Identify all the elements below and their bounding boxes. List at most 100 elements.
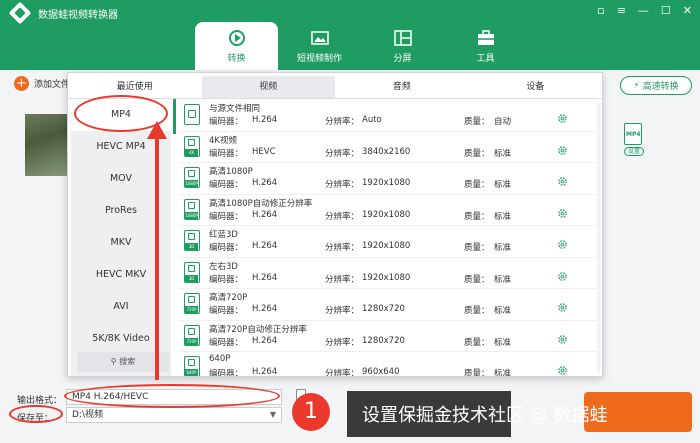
- close-button[interactable]: ✕: [683, 4, 692, 17]
- resolution-label: 分辨率：: [325, 117, 360, 127]
- resolution-value: 1920x1080: [362, 209, 411, 220]
- video-file-icon: 1080P: [184, 167, 200, 188]
- gear-icon[interactable]: [557, 239, 568, 250]
- quality-value: 标准: [494, 337, 512, 348]
- quality-label: 质量：: [464, 180, 490, 190]
- split-screen-icon: [393, 30, 412, 46]
- quality-label: 质量：: [464, 211, 490, 222]
- maximize-button[interactable]: ☐: [661, 4, 671, 17]
- resolution-value: 3840x2160: [362, 146, 411, 157]
- preset-row[interactable]: 4K 4K视频 编码器： HEVC 分辨率： 3840x2160 质量： 标准: [179, 132, 599, 163]
- arrow-shaft: [155, 136, 159, 380]
- save-to-field[interactable]: D:\视频 ▼: [66, 407, 282, 423]
- encoder-value: H.264: [252, 209, 278, 220]
- quality-value: 标准: [494, 243, 512, 253]
- gear-icon[interactable]: [557, 365, 568, 376]
- preset-row[interactable]: 720P 高清720P 编码器： H.264 分辨率： 1280x720 质量：…: [179, 289, 599, 321]
- encoder-value: H.264: [252, 304, 278, 314]
- preset-row[interactable]: 3D 红蓝3D 编码器： H.264 分辨率： 1920x1080 质量： 标准: [179, 226, 599, 258]
- resolution-label: 分辨率：: [325, 148, 360, 159]
- minimize-button[interactable]: —: [638, 4, 649, 17]
- step-badge: 1: [292, 393, 330, 431]
- quality-label: 质量：: [464, 117, 490, 127]
- gear-icon[interactable]: [557, 334, 568, 345]
- video-file-icon: MP4: [624, 123, 642, 145]
- gear-icon[interactable]: [557, 271, 568, 282]
- format-settings-button[interactable]: 设置: [624, 147, 644, 156]
- preset-name: 左右3D: [209, 261, 238, 272]
- toolbox-icon: [477, 30, 494, 45]
- resolution-label: 分辨率：: [325, 211, 360, 222]
- selected-preset-indicator: [173, 99, 176, 134]
- quality-value: 标准: [494, 306, 512, 316]
- encoder-label: 编码器：: [209, 306, 244, 316]
- resolution-value: 1920x1080: [362, 178, 411, 188]
- encoder-value: HEVC: [252, 146, 276, 157]
- resolution-label: 分辨率：: [325, 274, 360, 285]
- encoder-value: H.264: [252, 367, 278, 376]
- menu-icon[interactable]: ≡: [617, 4, 626, 17]
- quality-value: 标准: [494, 211, 512, 222]
- preset-row[interactable]: 1080P 高清1080P自动修正分辨率 编码器： H.264 分辨率： 192…: [179, 195, 599, 226]
- tab-recent[interactable]: 最近使用: [68, 76, 202, 98]
- gear-icon[interactable]: [557, 176, 568, 187]
- tab-short-video[interactable]: 短视频制作: [278, 22, 361, 70]
- format-category-tabs: 最近使用 视频 音频 设备: [68, 76, 602, 99]
- tab-video[interactable]: 视频: [201, 76, 335, 98]
- video-file-icon: 720P: [184, 324, 200, 346]
- chevron-down-icon[interactable]: ▼: [270, 408, 276, 422]
- output-format-selector[interactable]: MP4 设置: [624, 123, 644, 156]
- tab-device[interactable]: 设备: [469, 76, 603, 98]
- preset-row[interactable]: 3D 左右3D 编码器： H.264 分辨率： 1920x1080 质量： 标准: [179, 258, 599, 289]
- encoder-value: H.264: [252, 272, 278, 283]
- quality-label: 质量：: [464, 274, 490, 285]
- resolution-value: 1920x1080: [362, 241, 411, 251]
- highlight-output-format: [64, 384, 280, 408]
- gear-icon[interactable]: [557, 113, 568, 124]
- tab-audio[interactable]: 音频: [335, 76, 469, 98]
- preset-name: 高清720P自动修正分辨率: [209, 324, 307, 335]
- encoder-value: H.264: [252, 178, 278, 188]
- resolution-label: 分辨率：: [325, 306, 360, 316]
- add-file-button[interactable]: + 添加文件: [14, 76, 70, 91]
- resolution-label: 分辨率：: [325, 243, 360, 253]
- video-file-icon: 3D: [184, 261, 200, 283]
- tab-tools[interactable]: 工具: [444, 22, 527, 70]
- encoder-label: 编码器：: [209, 148, 244, 159]
- quality-value: 标准: [494, 369, 512, 376]
- convert-icon: [228, 30, 245, 46]
- encoder-label: 编码器：: [209, 211, 244, 222]
- fast-convert-button[interactable]: ⚡ 高速转换: [620, 76, 692, 95]
- feedback-icon[interactable]: ▫: [597, 4, 604, 17]
- preset-name: 4K视频: [209, 135, 237, 146]
- tab-convert[interactable]: 转换: [195, 22, 278, 70]
- search-icon: ⚲: [110, 357, 117, 366]
- preset-scrollbar[interactable]: [597, 103, 600, 373]
- gear-icon[interactable]: [557, 145, 568, 156]
- tooltip-text: 设置保掘金技术社区 @ 数据蛙: [362, 405, 608, 426]
- preset-row[interactable]: 720P 高清720P自动修正分辨率 编码器： H.264 分辨率： 1280x…: [179, 321, 599, 352]
- preset-row[interactable]: 与源文件相同 编码器： H.264 分辨率： Auto 质量： 自动: [179, 100, 599, 132]
- preset-row[interactable]: 1080P 高清1080P 编码器： H.264 分辨率： 1920x1080 …: [179, 163, 599, 195]
- encoder-value: H.264: [252, 115, 278, 125]
- app-logo-icon: [8, 1, 32, 25]
- tab-split-screen[interactable]: 分屏: [361, 22, 444, 70]
- gear-icon[interactable]: [557, 208, 568, 219]
- quality-label: 质量：: [464, 337, 490, 348]
- quality-value: 标准: [494, 148, 512, 159]
- arrow-up-icon: [147, 121, 167, 139]
- quality-value: 自动: [494, 117, 512, 127]
- video-thumbnail[interactable]: [25, 114, 70, 176]
- quality-label: 质量：: [464, 148, 490, 159]
- preset-name: 640P: [209, 354, 231, 364]
- encoder-label: 编码器：: [209, 369, 244, 376]
- title-bar: 数据蛙视频转换器 ▫ ≡ — ☐ ✕ 转换 短视频制作 分屏 工具: [0, 0, 700, 70]
- preset-row[interactable]: 640P 640P 编码器： H.264 分辨率： 960x640 质量： 标准: [179, 352, 599, 376]
- quality-label: 质量：: [464, 243, 490, 253]
- gear-icon[interactable]: [557, 302, 568, 313]
- quality-value: 标准: [494, 274, 512, 285]
- resolution-value: 1280x720: [362, 335, 405, 346]
- video-file-icon: 1080P: [184, 198, 200, 220]
- video-file-icon: [184, 104, 200, 125]
- video-file-icon: 720P: [184, 293, 200, 314]
